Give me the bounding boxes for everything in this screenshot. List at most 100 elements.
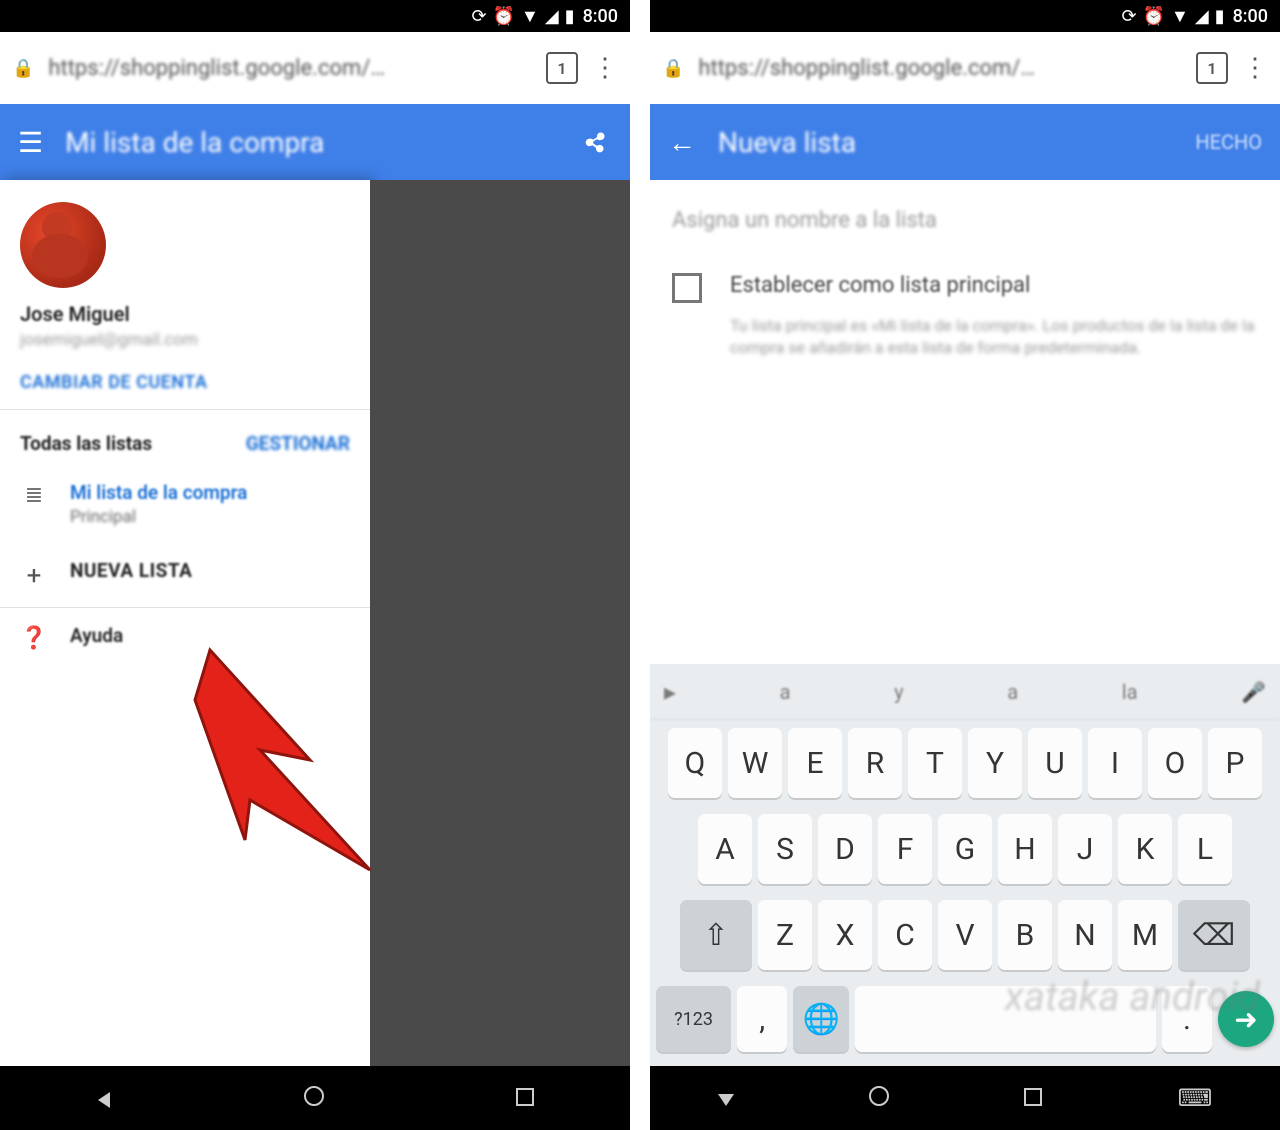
key-comma[interactable]: ,	[737, 986, 787, 1052]
key-j[interactable]: J	[1058, 814, 1112, 884]
account-name: Jose Miguel	[20, 302, 350, 326]
nav-home-icon[interactable]	[869, 1084, 889, 1112]
mic-icon[interactable]: 🎤	[1241, 680, 1266, 704]
key-n[interactable]: N	[1058, 900, 1112, 970]
set-primary-checkbox[interactable]	[672, 273, 702, 303]
tab-count-button[interactable]: 1	[1196, 52, 1228, 84]
phone-left: ⟳ ⏰ ▼ ◢ ▮ 8:00 🔒 https://shoppinglist.go…	[0, 0, 630, 1130]
key-k[interactable]: K	[1118, 814, 1172, 884]
nav-recent-icon[interactable]	[1024, 1084, 1042, 1112]
page-title: Nueva lista	[718, 126, 1173, 159]
url-text[interactable]: https://shoppinglist.google.com/…	[698, 56, 1182, 81]
key-m[interactable]: M	[1118, 900, 1172, 970]
key-q[interactable]: Q	[668, 728, 722, 798]
key-t[interactable]: T	[908, 728, 962, 798]
drawer-item-new-list[interactable]: + NUEVA LISTA	[0, 543, 370, 607]
key-x[interactable]: X	[818, 900, 872, 970]
done-button[interactable]: HECHO	[1195, 130, 1262, 154]
switch-account-link[interactable]: CAMBIAR DE CUENTA	[20, 372, 350, 393]
drawer-item-help[interactable]: ❓ Ayuda	[0, 608, 370, 667]
help-icon: ❓	[20, 624, 48, 651]
key-z[interactable]: Z	[758, 900, 812, 970]
key-space[interactable]	[855, 986, 1156, 1052]
key-o[interactable]: O	[1148, 728, 1202, 798]
set-primary-description: Tu lista principal es «Mi lista de la co…	[650, 311, 1280, 374]
share-icon[interactable]	[582, 125, 612, 159]
browser-url-bar[interactable]: 🔒 https://shoppinglist.google.com/… 1 ⋮	[650, 32, 1280, 104]
key-u[interactable]: U	[1028, 728, 1082, 798]
battery-icon: ▮	[565, 6, 575, 27]
key-r[interactable]: R	[848, 728, 902, 798]
key-i[interactable]: I	[1088, 728, 1142, 798]
primary-list-subtitle: Principal	[70, 507, 247, 527]
key-backspace[interactable]: ⌫	[1178, 900, 1250, 970]
keyboard-row-2: A S D F G H J K L	[650, 806, 1280, 892]
key-b[interactable]: B	[998, 900, 1052, 970]
key-a[interactable]: A	[698, 814, 752, 884]
battery-icon: ▮	[1215, 6, 1225, 27]
on-screen-keyboard[interactable]: ▸ a y a la 🎤 Q W E R T Y U I O P A	[650, 664, 1280, 1066]
signal-icon: ◢	[1195, 6, 1209, 27]
keyboard-row-4: ?123 , 🌐 . ➜	[650, 978, 1280, 1060]
suggestion[interactable]: a	[1007, 680, 1018, 704]
key-period[interactable]: .	[1162, 986, 1212, 1052]
key-c[interactable]: C	[878, 900, 932, 970]
keyboard-suggestion-row[interactable]: ▸ a y a la 🎤	[650, 664, 1280, 720]
all-lists-label: Todas las listas	[20, 432, 152, 455]
drawer-overlay[interactable]	[370, 180, 630, 1066]
suggestion[interactable]: a	[780, 680, 791, 704]
key-g[interactable]: G	[938, 814, 992, 884]
nav-back-icon[interactable]	[96, 1084, 112, 1112]
status-icons: ⟳ ⏰ ▼ ◢ ▮	[471, 6, 574, 27]
drawer-scrim[interactable]: Jose Miguel josemiguel@gmail.com CAMBIAR…	[0, 180, 630, 1066]
key-y[interactable]: Y	[968, 728, 1022, 798]
nav-recent-icon[interactable]	[516, 1084, 534, 1112]
key-h[interactable]: H	[998, 814, 1052, 884]
set-primary-label: Establecer como lista principal	[730, 273, 1030, 298]
key-e[interactable]: E	[788, 728, 842, 798]
suggestion[interactable]: la	[1122, 680, 1138, 704]
key-p[interactable]: P	[1208, 728, 1262, 798]
key-v[interactable]: V	[938, 900, 992, 970]
status-time: 8:00	[583, 6, 618, 27]
avatar[interactable]	[20, 202, 106, 288]
help-label: Ayuda	[70, 624, 123, 647]
browser-menu-icon[interactable]: ⋮	[1242, 53, 1268, 83]
lock-icon: 🔒	[12, 58, 34, 79]
key-s[interactable]: S	[758, 814, 812, 884]
nav-home-icon[interactable]	[304, 1084, 324, 1112]
plus-icon: +	[20, 559, 48, 591]
new-list-form: Asigna un nombre a la lista Establecer c…	[650, 180, 1280, 1066]
key-globe[interactable]: 🌐	[793, 986, 849, 1052]
key-w[interactable]: W	[728, 728, 782, 798]
key-symbols[interactable]: ?123	[656, 986, 731, 1052]
hamburger-icon[interactable]: ☰	[18, 126, 43, 159]
nav-hide-keyboard-icon[interactable]: ⌨	[1178, 1084, 1213, 1112]
account-email: josemiguel@gmail.com	[20, 330, 350, 350]
wifi-icon: ▼	[1171, 6, 1189, 27]
key-shift[interactable]: ⇧	[680, 900, 752, 970]
manage-link[interactable]: GESTIONAR	[246, 432, 350, 455]
alarm-icon: ⏰	[1143, 6, 1165, 27]
key-f[interactable]: F	[878, 814, 932, 884]
url-text[interactable]: https://shoppinglist.google.com/…	[48, 56, 532, 81]
account-section: Jose Miguel josemiguel@gmail.com CAMBIAR…	[0, 180, 370, 409]
navigation-drawer: Jose Miguel josemiguel@gmail.com CAMBIAR…	[0, 180, 370, 1066]
android-nav-bar	[0, 1066, 630, 1130]
list-name-input[interactable]: Asigna un nombre a la lista	[672, 208, 1258, 233]
browser-url-bar[interactable]: 🔒 https://shoppinglist.google.com/… 1 ⋮	[0, 32, 630, 104]
key-l[interactable]: L	[1178, 814, 1232, 884]
tab-count-button[interactable]: 1	[546, 52, 578, 84]
back-arrow-icon[interactable]: ←	[668, 126, 696, 159]
suggestion[interactable]: y	[894, 680, 903, 704]
drawer-item-primary-list[interactable]: ≣ Mi lista de la compra Principal	[0, 465, 370, 543]
keyboard-row-1: Q W E R T Y U I O P	[650, 720, 1280, 806]
alarm-icon: ⏰	[493, 6, 515, 27]
browser-menu-icon[interactable]: ⋮	[592, 53, 618, 83]
signal-icon: ◢	[545, 6, 559, 27]
chevron-right-icon[interactable]: ▸	[664, 678, 676, 706]
key-enter[interactable]: ➜	[1218, 991, 1274, 1047]
key-d[interactable]: D	[818, 814, 872, 884]
status-bar: ⟳ ⏰ ▼ ◢ ▮ 8:00	[650, 0, 1280, 32]
nav-back-icon[interactable]	[718, 1084, 734, 1112]
